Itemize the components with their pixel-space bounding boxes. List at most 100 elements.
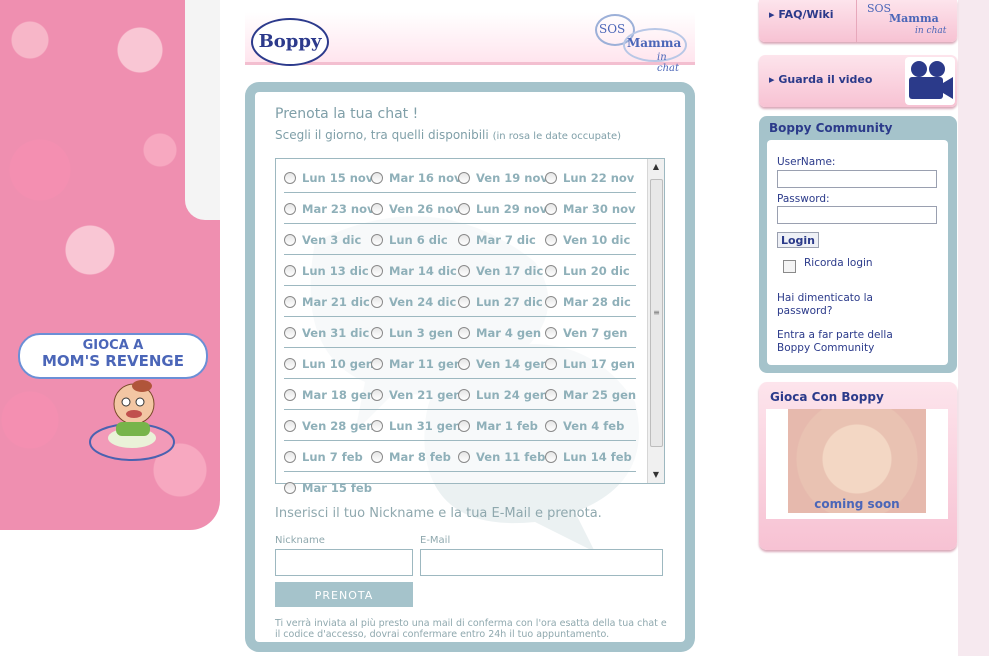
date-radio[interactable] bbox=[371, 264, 383, 277]
date-option[interactable]: Mar 1 feb bbox=[458, 411, 545, 440]
date-option[interactable]: Ven 10 dic bbox=[545, 225, 632, 254]
date-option[interactable]: Mar 28 dic bbox=[545, 287, 632, 316]
date-radio[interactable] bbox=[284, 264, 296, 277]
date-radio[interactable] bbox=[458, 264, 470, 277]
date-radio[interactable] bbox=[458, 202, 470, 215]
date-radio[interactable] bbox=[458, 357, 470, 370]
date-radio[interactable] bbox=[545, 171, 557, 184]
date-option[interactable]: Ven 21 gen bbox=[371, 380, 462, 409]
date-option[interactable]: Mar 23 nov bbox=[284, 194, 374, 223]
password-input[interactable] bbox=[777, 206, 937, 224]
scroll-up-icon[interactable]: ▲ bbox=[648, 159, 664, 175]
date-radio[interactable] bbox=[545, 202, 557, 215]
date-radio[interactable] bbox=[284, 450, 296, 463]
date-radio[interactable] bbox=[284, 171, 296, 184]
date-radio[interactable] bbox=[545, 295, 557, 308]
date-radio[interactable] bbox=[284, 388, 296, 401]
date-radio[interactable] bbox=[284, 326, 296, 339]
date-radio[interactable] bbox=[284, 357, 296, 370]
date-option[interactable]: Ven 7 gen bbox=[545, 318, 632, 347]
date-option[interactable]: Mar 16 nov bbox=[371, 163, 461, 192]
date-option[interactable]: Ven 14 gen bbox=[458, 349, 549, 378]
date-radio[interactable] bbox=[545, 388, 557, 401]
date-radio[interactable] bbox=[545, 357, 557, 370]
date-radio[interactable] bbox=[371, 419, 383, 432]
date-option[interactable]: Ven 3 dic bbox=[284, 225, 371, 254]
date-option[interactable]: Ven 17 dic bbox=[458, 256, 545, 285]
date-option[interactable]: Lun 10 gen bbox=[284, 349, 374, 378]
join-community-link[interactable]: Entra a far parte della Boppy Community bbox=[777, 329, 927, 355]
date-radio[interactable] bbox=[371, 295, 383, 308]
date-option[interactable]: Mar 21 dic bbox=[284, 287, 371, 316]
guarda-video-link[interactable]: ▸ Guarda il video bbox=[769, 73, 872, 86]
forgot-password-link[interactable]: Hai dimenticato la password? bbox=[777, 292, 927, 318]
date-radio[interactable] bbox=[371, 233, 383, 246]
date-radio[interactable] bbox=[545, 326, 557, 339]
prenota-button[interactable]: PRENOTA bbox=[275, 582, 413, 607]
date-option[interactable]: Lun 27 dic bbox=[458, 287, 545, 316]
date-option[interactable]: Lun 29 nov bbox=[458, 194, 547, 223]
date-option[interactable]: Lun 17 gen bbox=[545, 349, 635, 378]
boppy-logo[interactable]: Boppy bbox=[251, 18, 329, 66]
date-radio[interactable] bbox=[545, 450, 557, 463]
date-option[interactable]: Lun 14 feb bbox=[545, 442, 632, 471]
baby-photo[interactable]: coming soon bbox=[788, 409, 926, 513]
date-list-scrollbar[interactable]: ▲ ≡ ▼ bbox=[647, 159, 664, 483]
date-radio[interactable] bbox=[284, 233, 296, 246]
date-radio[interactable] bbox=[371, 357, 383, 370]
date-option[interactable]: Ven 26 nov bbox=[371, 194, 461, 223]
date-option[interactable]: Ven 31 dic bbox=[284, 318, 371, 347]
date-option[interactable]: Lun 22 nov bbox=[545, 163, 634, 192]
date-option[interactable]: Mar 4 gen bbox=[458, 318, 545, 347]
date-radio[interactable] bbox=[458, 171, 470, 184]
date-radio[interactable] bbox=[284, 419, 296, 432]
scroll-down-icon[interactable]: ▼ bbox=[648, 467, 664, 483]
date-option[interactable]: Mar 14 dic bbox=[371, 256, 458, 285]
date-radio[interactable] bbox=[545, 264, 557, 277]
remember-login-checkbox[interactable] bbox=[783, 260, 796, 273]
date-radio[interactable] bbox=[458, 233, 470, 246]
video-box[interactable]: ▸ Guarda il video bbox=[759, 55, 957, 107]
date-option[interactable]: Ven 4 feb bbox=[545, 411, 632, 440]
date-option[interactable]: Lun 6 dic bbox=[371, 225, 458, 254]
date-radio[interactable] bbox=[371, 450, 383, 463]
date-radio[interactable] bbox=[458, 388, 470, 401]
faq-wiki-link[interactable]: ▸ FAQ/Wiki bbox=[769, 8, 833, 21]
date-list[interactable]: Lun 15 nov Mar 16 nov Ven 19 nov Lun 22 nov… bbox=[275, 158, 665, 495]
date-option[interactable]: Mar 25 gen bbox=[545, 380, 636, 409]
date-option[interactable]: Mar 11 gen bbox=[371, 349, 462, 378]
date-radio[interactable] bbox=[371, 388, 383, 401]
date-option[interactable]: Lun 3 gen bbox=[371, 318, 458, 347]
login-button[interactable]: Login bbox=[777, 232, 819, 248]
date-radio[interactable] bbox=[284, 295, 296, 308]
date-option[interactable]: Mar 30 nov bbox=[545, 194, 635, 223]
date-radio[interactable] bbox=[458, 450, 470, 463]
date-option[interactable]: Ven 28 gen bbox=[284, 411, 375, 440]
date-option[interactable]: Lun 7 feb bbox=[284, 442, 371, 471]
date-option[interactable]: Ven 24 dic bbox=[371, 287, 458, 316]
baby-character-icon[interactable] bbox=[88, 378, 176, 462]
nickname-input[interactable] bbox=[275, 549, 413, 576]
date-radio[interactable] bbox=[458, 326, 470, 339]
date-option[interactable]: Mar 18 gen bbox=[284, 380, 375, 409]
date-radio[interactable] bbox=[284, 481, 296, 494]
date-option[interactable]: Lun 24 gen bbox=[458, 380, 548, 409]
scroll-thumb[interactable]: ≡ bbox=[650, 179, 663, 447]
date-radio[interactable] bbox=[458, 419, 470, 432]
date-radio[interactable] bbox=[371, 326, 383, 339]
date-radio[interactable] bbox=[284, 202, 296, 215]
sos-mamma-mini-logo[interactable]: SOS Mamma in chat bbox=[863, 2, 947, 40]
date-option[interactable]: Mar 8 feb bbox=[371, 442, 458, 471]
date-option[interactable]: Mar 15 feb bbox=[284, 473, 372, 502]
date-radio[interactable] bbox=[371, 202, 383, 215]
date-radio[interactable] bbox=[371, 171, 383, 184]
date-option[interactable]: Ven 11 feb bbox=[458, 442, 545, 471]
date-option[interactable]: Lun 15 nov bbox=[284, 163, 373, 192]
date-option[interactable]: Lun 31 gen bbox=[371, 411, 461, 440]
date-option[interactable]: Ven 19 nov bbox=[458, 163, 548, 192]
date-option[interactable]: Lun 20 dic bbox=[545, 256, 632, 285]
date-radio[interactable] bbox=[545, 419, 557, 432]
moms-revenge-game-link[interactable]: GIOCA A MOM'S REVENGE bbox=[18, 333, 208, 379]
date-radio[interactable] bbox=[458, 295, 470, 308]
email-input[interactable] bbox=[420, 549, 663, 576]
